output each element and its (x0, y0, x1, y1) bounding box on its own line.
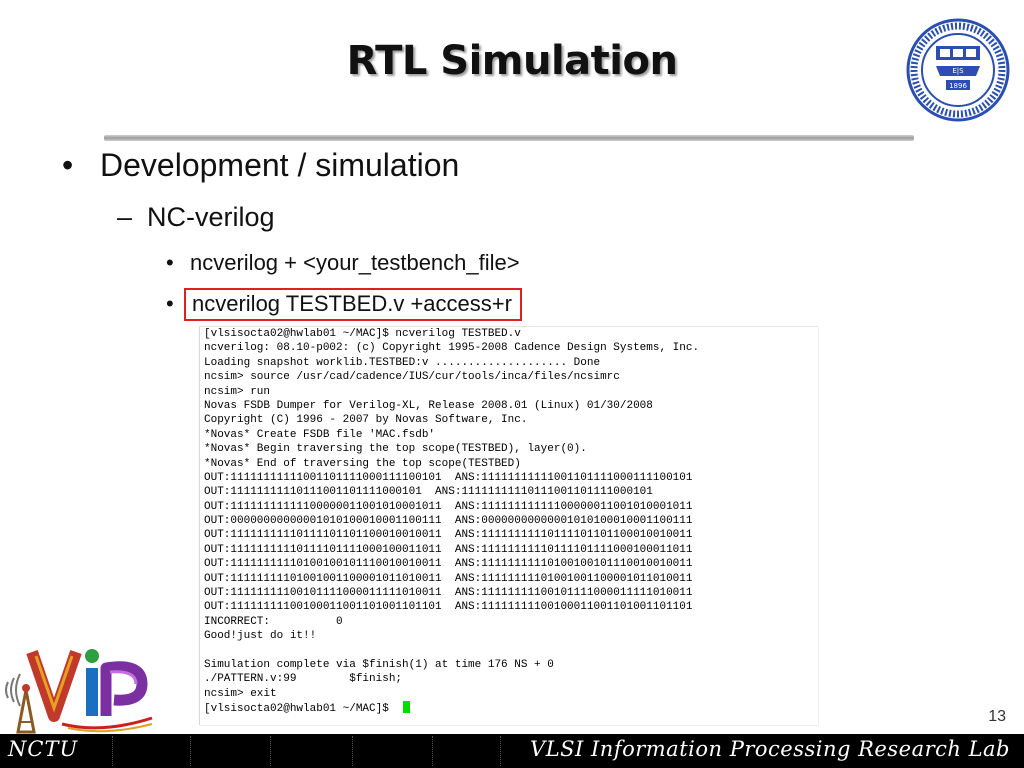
bullet-mark: • (62, 147, 74, 183)
terminal-line: ./PATTERN.v:99 $finish; (204, 673, 403, 686)
terminal-line: OUT:11111111101001001100001011010011 ANS… (204, 572, 693, 585)
terminal-line: *Novas* End of traversing the top scope(… (204, 457, 521, 470)
footer-lab-name: VLSI Information Processing Research Lab (530, 737, 1010, 761)
terminal-line: *Novas* Begin traversing the top scope(T… (204, 443, 587, 456)
highlighted-command: ncverilog TESTBED.v +access+r (184, 288, 522, 321)
footer-divider (270, 736, 272, 766)
terminal-line: Novas FSDB Dumper for Verilog-XL, Releas… (204, 399, 653, 412)
bullet-mark: – (117, 202, 133, 232)
footer-bar: NCTU VLSI Information Processing Researc… (0, 734, 1024, 768)
bullet-mark: • (166, 291, 174, 316)
bullet-mark: • (166, 250, 174, 275)
footer-divider (500, 736, 502, 766)
terminal-line: OUT:11111111111001101111000111100101 ANS… (204, 471, 693, 484)
terminal-line: OUT:11111111111100000011001010001011 ANS… (204, 500, 693, 513)
terminal-line: INCORRECT: 0 (204, 615, 343, 628)
terminal-output: [vlsisocta02@hwlab01 ~/MAC]$ ncverilog T… (199, 326, 818, 725)
footer-university: NCTU (8, 737, 79, 761)
terminal-line: OUT:11111111110111101101100010010011 ANS… (204, 529, 693, 542)
terminal-line: *Novas* Create FSDB file 'MAC.fsdb' (204, 428, 436, 441)
bullet-text: ncverilog + <your_testbench_file> (190, 250, 520, 275)
terminal-line: OUT:11111111110100100101110010010011 ANS… (204, 558, 693, 571)
terminal-line: OUT:11111111100100011001101001101101 ANS… (204, 601, 693, 614)
terminal-line: OUT:11111111110111101111000100011011 ANS… (204, 543, 693, 556)
terminal-line: ncsim> run (204, 385, 271, 398)
terminal-line: Loading snapshot worklib.TESTBED:v .....… (204, 356, 601, 369)
page-number: 13 (988, 708, 1006, 725)
terminal-line: [vlsisocta02@hwlab01 ~/MAC]$ ncverilog T… (204, 328, 521, 340)
terminal-line: ncsim> source /usr/cad/cadence/IUS/cur/t… (204, 371, 620, 384)
footer-divider (112, 736, 114, 766)
terminal-line: [vlsisocta02@hwlab01 ~/MAC]$ (200, 701, 818, 715)
terminal-line: Copyright (C) 1996 - 2007 by Novas Softw… (204, 414, 528, 427)
bullet-text: NC-verilog (147, 202, 275, 232)
footer-divider (352, 736, 354, 766)
terminal-line: OUT:00000000000001010100010001100111 ANS… (204, 515, 693, 528)
title-divider (104, 135, 914, 141)
footer-divider (190, 736, 192, 766)
bullet-level2: – NC-verilog (117, 202, 275, 233)
terminal-prompt-text: [vlsisocta02@hwlab01 ~/MAC]$ (204, 703, 396, 716)
terminal-cursor (403, 701, 411, 714)
terminal-line: OUT:11111111110111001101111000101 ANS:11… (204, 486, 653, 499)
terminal-line: Simulation complete via $finish(1) at ti… (204, 658, 554, 671)
terminal-line: ncsim> exit (204, 687, 277, 700)
bullet-level3-usage: • ncverilog + <your_testbench_file> (166, 250, 520, 276)
terminal-line: ncverilog: 08.10-p002: (c) Copyright 199… (204, 342, 700, 355)
bullet-text: Development / simulation (100, 147, 460, 183)
bullet-level3-example: • ncverilog TESTBED.v +access+r (166, 288, 522, 321)
footer-divider (432, 736, 434, 766)
slide-title: RTL Simulation (346, 38, 678, 84)
bullet-level1: • Development / simulation (62, 147, 459, 184)
vip-lab-logo-icon (5, 649, 153, 734)
terminal-line: Good!just do it!! (204, 630, 317, 643)
seal-year: 1896 (949, 82, 967, 90)
nctu-seal-icon: 1896 E|S (906, 18, 1010, 122)
terminal-line: OUT:11111111100101111000011111010011 ANS… (204, 587, 693, 600)
seal-letters: E|S (952, 67, 964, 75)
